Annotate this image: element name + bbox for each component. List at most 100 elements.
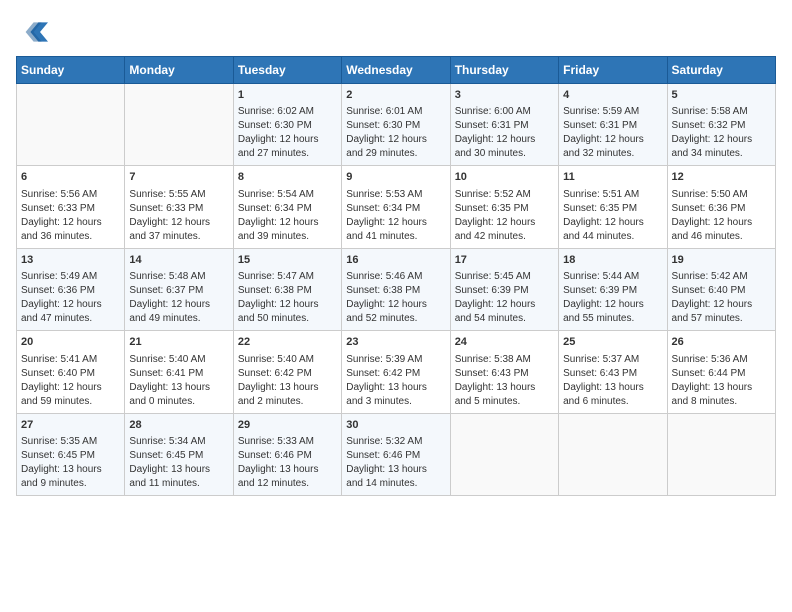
- sunset: Sunset: 6:38 PM: [238, 285, 312, 296]
- day-header-wednesday: Wednesday: [342, 57, 450, 84]
- day-number: 15: [238, 253, 337, 268]
- sunset: Sunset: 6:35 PM: [455, 203, 529, 214]
- calendar-cell: 21Sunrise: 5:40 AMSunset: 6:41 PMDayligh…: [125, 331, 233, 413]
- sunrise: Sunrise: 5:54 AM: [238, 189, 314, 200]
- daylight: Daylight: 13 hours and 0 minutes.: [129, 382, 210, 407]
- calendar-cell: 30Sunrise: 5:32 AMSunset: 6:46 PMDayligh…: [342, 413, 450, 495]
- sunset: Sunset: 6:42 PM: [346, 368, 420, 379]
- sunrise: Sunrise: 5:46 AM: [346, 271, 422, 282]
- page-header: [16, 16, 776, 48]
- sunset: Sunset: 6:46 PM: [346, 450, 420, 461]
- sunrise: Sunrise: 5:40 AM: [238, 354, 314, 365]
- calendar-cell: 24Sunrise: 5:38 AMSunset: 6:43 PMDayligh…: [450, 331, 558, 413]
- week-row-3: 13 Sunrise: 5:49 AM Sunset: 6:36 PM Dayligh…: [17, 248, 776, 330]
- daylight: Daylight: 12 hours and 37 minutes.: [129, 217, 210, 242]
- sunset: Sunset: 6:36 PM: [672, 203, 746, 214]
- sunset: Sunset: 6:37 PM: [129, 285, 203, 296]
- day-number: 27: [21, 418, 120, 433]
- sunset: Sunset: 6:45 PM: [21, 450, 95, 461]
- calendar-cell: [125, 84, 233, 166]
- day-number: 22: [238, 335, 337, 350]
- day-number: 18: [563, 253, 662, 268]
- daylight: Daylight: 12 hours and 27 minutes.: [238, 134, 319, 159]
- day-number: 10: [455, 170, 554, 185]
- sunrise: Sunrise: 5:53 AM: [346, 189, 422, 200]
- daylight: Daylight: 12 hours and 57 minutes.: [672, 299, 753, 324]
- sunset: Sunset: 6:38 PM: [346, 285, 420, 296]
- calendar-header: SundayMondayTuesdayWednesdayThursdayFrid…: [17, 57, 776, 84]
- day-number: 5: [672, 88, 771, 103]
- calendar-cell: 16Sunrise: 5:46 AMSunset: 6:38 PMDayligh…: [342, 248, 450, 330]
- calendar-cell: 14Sunrise: 5:48 AMSunset: 6:37 PMDayligh…: [125, 248, 233, 330]
- sunrise: Sunrise: 5:50 AM: [672, 189, 748, 200]
- sunrise: Sunrise: 5:58 AM: [672, 106, 748, 117]
- sunset: Sunset: 6:45 PM: [129, 450, 203, 461]
- day-header-thursday: Thursday: [450, 57, 558, 84]
- calendar-cell: 7Sunrise: 5:55 AMSunset: 6:33 PMDaylight…: [125, 166, 233, 248]
- day-number: 23: [346, 335, 445, 350]
- daylight: Daylight: 12 hours and 59 minutes.: [21, 382, 102, 407]
- day-number: 26: [672, 335, 771, 350]
- calendar-cell: [17, 84, 125, 166]
- week-row-5: 27Sunrise: 5:35 AMSunset: 6:45 PMDayligh…: [17, 413, 776, 495]
- sunrise: Sunrise: 5:39 AM: [346, 354, 422, 365]
- sunrise: Sunrise: 5:42 AM: [672, 271, 748, 282]
- sunset: Sunset: 6:39 PM: [563, 285, 637, 296]
- sunrise: Sunrise: 6:02 AM: [238, 106, 314, 117]
- sunrise: Sunrise: 5:49 AM: [21, 271, 97, 282]
- calendar-cell: 26Sunrise: 5:36 AMSunset: 6:44 PMDayligh…: [667, 331, 775, 413]
- day-number: 3: [455, 88, 554, 103]
- day-number: 12: [672, 170, 771, 185]
- calendar-cell: [450, 413, 558, 495]
- sunrise: Sunrise: 5:44 AM: [563, 271, 639, 282]
- sunrise: Sunrise: 6:00 AM: [455, 106, 531, 117]
- daylight: Daylight: 13 hours and 2 minutes.: [238, 382, 319, 407]
- sunset: Sunset: 6:31 PM: [563, 120, 637, 131]
- calendar-table: SundayMondayTuesdayWednesdayThursdayFrid…: [16, 56, 776, 496]
- calendar-cell: 13 Sunrise: 5:49 AM Sunset: 6:36 PM Dayligh…: [17, 248, 125, 330]
- sunrise: Sunrise: 5:56 AM: [21, 189, 97, 200]
- calendar-cell: 4Sunrise: 5:59 AMSunset: 6:31 PMDaylight…: [559, 84, 667, 166]
- sunset: Sunset: 6:43 PM: [563, 368, 637, 379]
- daylight: Daylight: 12 hours and 34 minutes.: [672, 134, 753, 159]
- daylight: Daylight: 13 hours and 9 minutes.: [21, 464, 102, 489]
- calendar-cell: 5 Sunrise: 5:58 AM Sunset: 6:32 PM Daylight…: [667, 84, 775, 166]
- daylight: Daylight: 12 hours and 47 minutes.: [21, 299, 102, 324]
- daylight: Daylight: 12 hours and 55 minutes.: [563, 299, 644, 324]
- daylight: Daylight: 13 hours and 6 minutes.: [563, 382, 644, 407]
- sunset: Sunset: 6:33 PM: [21, 203, 95, 214]
- header-row: SundayMondayTuesdayWednesdayThursdayFrid…: [17, 57, 776, 84]
- daylight: Daylight: 12 hours and 36 minutes.: [21, 217, 102, 242]
- calendar-cell: 28Sunrise: 5:34 AMSunset: 6:45 PMDayligh…: [125, 413, 233, 495]
- day-header-tuesday: Tuesday: [233, 57, 341, 84]
- sunset: Sunset: 6:35 PM: [563, 203, 637, 214]
- day-number: 13: [21, 253, 120, 268]
- daylight: Daylight: 12 hours and 39 minutes.: [238, 217, 319, 242]
- day-number: 29: [238, 418, 337, 433]
- day-number: 9: [346, 170, 445, 185]
- calendar-cell: 3Sunrise: 6:00 AMSunset: 6:31 PMDaylight…: [450, 84, 558, 166]
- calendar-cell: 25Sunrise: 5:37 AMSunset: 6:43 PMDayligh…: [559, 331, 667, 413]
- calendar-cell: 15Sunrise: 5:47 AMSunset: 6:38 PMDayligh…: [233, 248, 341, 330]
- sunrise: Sunrise: 5:52 AM: [455, 189, 531, 200]
- day-number: 2: [346, 88, 445, 103]
- daylight: Daylight: 12 hours and 32 minutes.: [563, 134, 644, 159]
- sunrise: Sunrise: 5:51 AM: [563, 189, 639, 200]
- day-number: 8: [238, 170, 337, 185]
- calendar-cell: 10Sunrise: 5:52 AMSunset: 6:35 PMDayligh…: [450, 166, 558, 248]
- day-number: 21: [129, 335, 228, 350]
- week-row-2: 6Sunrise: 5:56 AMSunset: 6:33 PMDaylight…: [17, 166, 776, 248]
- sunset: Sunset: 6:34 PM: [346, 203, 420, 214]
- sunrise: Sunrise: 5:33 AM: [238, 436, 314, 447]
- sunset: Sunset: 6:36 PM: [21, 285, 95, 296]
- daylight: Daylight: 12 hours and 29 minutes.: [346, 134, 427, 159]
- sunrise: Sunrise: 6:01 AM: [346, 106, 422, 117]
- calendar-cell: 8Sunrise: 5:54 AMSunset: 6:34 PMDaylight…: [233, 166, 341, 248]
- sunset: Sunset: 6:46 PM: [238, 450, 312, 461]
- sunset: Sunset: 6:39 PM: [455, 285, 529, 296]
- daylight: Daylight: 12 hours and 54 minutes.: [455, 299, 536, 324]
- sunset: Sunset: 6:32 PM: [672, 120, 746, 131]
- day-number: 7: [129, 170, 228, 185]
- daylight: Daylight: 12 hours and 49 minutes.: [129, 299, 210, 324]
- daylight: Daylight: 12 hours and 52 minutes.: [346, 299, 427, 324]
